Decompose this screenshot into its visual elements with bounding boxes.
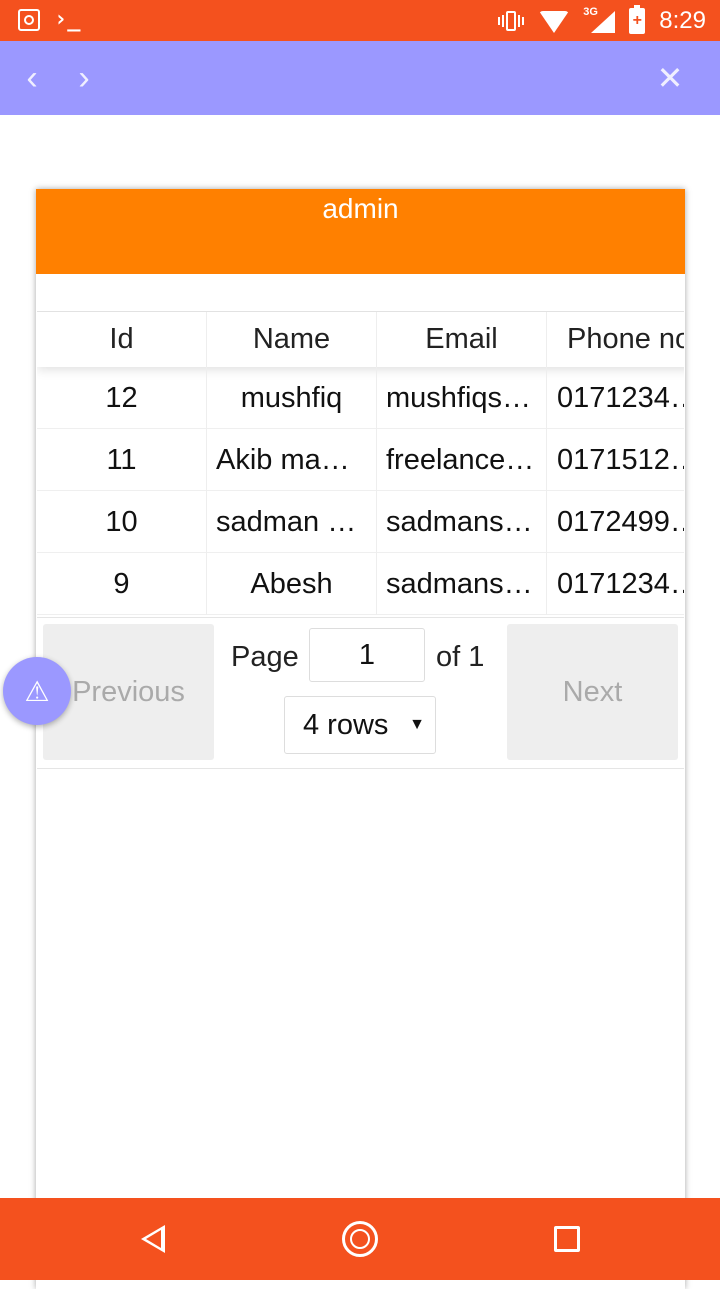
cell-name: sadman … bbox=[207, 491, 377, 553]
cell-name: Abesh bbox=[207, 553, 377, 615]
cell-phone: 0171512… bbox=[547, 429, 684, 491]
close-icon[interactable]: ✕ bbox=[648, 41, 692, 115]
table-row[interactable]: 12 mushfiq mushfiqs… 0171234… bbox=[37, 367, 684, 429]
column-header-email[interactable]: Email bbox=[377, 312, 547, 367]
back-chevron-icon[interactable]: ‹ bbox=[10, 41, 54, 115]
card-title: admin bbox=[322, 193, 399, 224]
next-button[interactable]: Next bbox=[507, 624, 678, 760]
status-bar-right: 3G + 8:29 bbox=[497, 0, 706, 41]
app-icon bbox=[18, 9, 40, 31]
cell-name: Akib ma… bbox=[207, 429, 377, 491]
top-nav-bar: ‹ › ✕ bbox=[0, 41, 720, 115]
rows-per-page-select[interactable]: 4 rows ▼ bbox=[284, 696, 436, 754]
cell-phone: 0172499… bbox=[547, 491, 684, 553]
system-recents-button[interactable] bbox=[527, 1198, 607, 1280]
cell-phone: 0171234… bbox=[547, 553, 684, 615]
table-row[interactable]: 11 Akib ma… freelance… 0171512… bbox=[37, 429, 684, 491]
recents-square-icon bbox=[554, 1226, 580, 1252]
cell-email: mushfiqs… bbox=[377, 367, 547, 429]
cell-phone: 0171234… bbox=[547, 367, 684, 429]
home-circle-icon bbox=[342, 1221, 378, 1257]
terminal-icon: ›_ bbox=[54, 7, 81, 32]
system-home-button[interactable] bbox=[320, 1198, 400, 1280]
warning-fab-button[interactable]: ⚠ bbox=[3, 657, 71, 725]
page-label: Page bbox=[231, 641, 299, 673]
cell-email: freelance… bbox=[377, 429, 547, 491]
admin-card: admin Id Name Email Phone no 12 mushfiq … bbox=[36, 189, 685, 1289]
column-header-id[interactable]: Id bbox=[37, 312, 207, 367]
wifi-icon bbox=[539, 10, 570, 33]
table-header: Id Name Email Phone no bbox=[37, 312, 684, 367]
card-header: admin bbox=[36, 189, 685, 274]
cell-name: mushfiq bbox=[207, 367, 377, 429]
page-number-input[interactable] bbox=[309, 628, 425, 682]
cell-id: 9 bbox=[37, 553, 207, 615]
warning-icon: ⚠ bbox=[24, 675, 50, 707]
rows-per-page-value: 4 rows bbox=[303, 708, 389, 741]
table-row[interactable]: 9 Abesh sadmans… 0171234… bbox=[37, 553, 684, 615]
page-total-label: of 1 bbox=[436, 641, 485, 673]
system-nav-bar bbox=[0, 1198, 720, 1280]
column-header-phone[interactable]: Phone no bbox=[547, 312, 684, 367]
status-bar: ›_ 3G + 8:29 bbox=[0, 0, 720, 41]
signal-icon: 3G bbox=[583, 6, 616, 35]
pagination-bar: Previous Page of 1 4 rows ▼ Next bbox=[37, 617, 684, 769]
vibrate-icon bbox=[497, 9, 525, 33]
cell-id: 11 bbox=[37, 429, 207, 491]
column-header-name[interactable]: Name bbox=[207, 312, 377, 367]
status-time: 8:29 bbox=[659, 7, 706, 34]
forward-chevron-icon[interactable]: › bbox=[62, 41, 106, 115]
cell-email: sadmans… bbox=[377, 491, 547, 553]
cell-id: 12 bbox=[37, 367, 207, 429]
table-row[interactable]: 10 sadman … sadmans… 0172499… bbox=[37, 491, 684, 553]
battery-charging-icon: + bbox=[629, 4, 646, 34]
cell-email: sadmans… bbox=[377, 553, 547, 615]
dropdown-caret-icon: ▼ bbox=[409, 716, 425, 733]
cell-id: 10 bbox=[37, 491, 207, 553]
status-bar-left: ›_ bbox=[18, 6, 81, 34]
back-triangle-icon bbox=[141, 1225, 165, 1253]
system-back-button[interactable] bbox=[113, 1198, 193, 1280]
page-controls: Page of 1 4 rows ▼ bbox=[215, 618, 505, 768]
